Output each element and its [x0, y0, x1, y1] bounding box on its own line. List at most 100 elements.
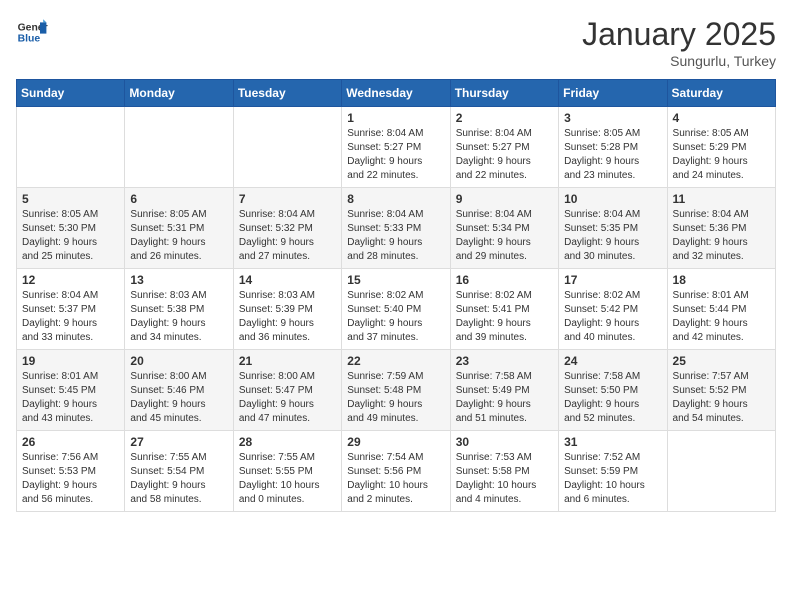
calendar-cell: 1 Sunrise: 8:04 AM Sunset: 5:27 PM Daylig… — [342, 107, 450, 188]
day-number: 7 — [239, 192, 336, 206]
day-info: Sunrise: 7:58 AM Sunset: 5:50 PM Dayligh… — [564, 370, 661, 426]
day-number: 22 — [347, 354, 444, 368]
day-number: 31 — [564, 435, 661, 449]
calendar-cell: 26Sunrise: 7:56 AM Sunset: 5:53 PM Dayli… — [17, 431, 125, 512]
location-title: Sungurlu, Turkey — [582, 53, 776, 69]
day-info: Sunrise: 7:59 AM Sunset: 5:48 PM Dayligh… — [347, 370, 444, 426]
day-number: 14 — [239, 273, 336, 287]
day-number: 17 — [564, 273, 661, 287]
day-number: 15 — [347, 273, 444, 287]
calendar-cell: 28Sunrise: 7:55 AM Sunset: 5:55 PM Dayli… — [233, 431, 341, 512]
calendar-cell: 24 Sunrise: 7:58 AM Sunset: 5:50 PM Dayli… — [559, 350, 667, 431]
calendar-week-2: 5Sunrise: 8:05 AM Sunset: 5:30 PM Daylig… — [17, 188, 776, 269]
day-info: Sunrise: 7:55 AM Sunset: 5:54 PM Dayligh… — [130, 451, 227, 507]
calendar-cell — [17, 107, 125, 188]
day-number: 30 — [456, 435, 553, 449]
calendar-cell — [125, 107, 233, 188]
day-header-thursday: Thursday — [450, 80, 558, 107]
day-info: Sunrise: 7:57 AM Sunset: 5:52 PM Dayligh… — [673, 370, 770, 426]
day-info: Sunrise: 8:05 AM Sunset: 5:31 PM Dayligh… — [130, 208, 227, 264]
day-number: 11 — [673, 192, 770, 206]
day-header-sunday: Sunday — [17, 80, 125, 107]
day-number: 12 — [22, 273, 119, 287]
day-number: 13 — [130, 273, 227, 287]
calendar-cell — [667, 431, 775, 512]
calendar-cell: 11 Sunrise: 8:04 AM Sunset: 5:36 PM Dayli… — [667, 188, 775, 269]
calendar-cell: 4 Sunrise: 8:05 AM Sunset: 5:29 PM Daylig… — [667, 107, 775, 188]
day-number: 27 — [130, 435, 227, 449]
calendar-cell: 30 Sunrise: 7:53 AM Sunset: 5:58 PM Dayli… — [450, 431, 558, 512]
calendar-week-5: 26Sunrise: 7:56 AM Sunset: 5:53 PM Dayli… — [17, 431, 776, 512]
day-info: Sunrise: 7:52 AM Sunset: 5:59 PM Dayligh… — [564, 451, 661, 507]
day-info: Sunrise: 8:04 AM Sunset: 5:37 PM Dayligh… — [22, 289, 119, 345]
calendar-cell: 23 Sunrise: 7:58 AM Sunset: 5:49 PM Dayli… — [450, 350, 558, 431]
day-info: Sunrise: 7:53 AM Sunset: 5:58 PM Dayligh… — [456, 451, 553, 507]
day-info: Sunrise: 8:02 AM Sunset: 5:42 PM Dayligh… — [564, 289, 661, 345]
calendar-cell: 22 Sunrise: 7:59 AM Sunset: 5:48 PM Dayli… — [342, 350, 450, 431]
calendar-cell: 14 Sunrise: 8:03 AM Sunset: 5:39 PM Dayli… — [233, 269, 341, 350]
day-number: 19 — [22, 354, 119, 368]
day-number: 29 — [347, 435, 444, 449]
calendar-header-row: SundayMondayTuesdayWednesdayThursdayFrid… — [17, 80, 776, 107]
calendar-cell: 27 Sunrise: 7:55 AM Sunset: 5:54 PM Dayli… — [125, 431, 233, 512]
day-info: Sunrise: 7:55 AM Sunset: 5:55 PM Dayligh… — [239, 451, 336, 507]
day-header-monday: Monday — [125, 80, 233, 107]
day-number: 23 — [456, 354, 553, 368]
day-info: Sunrise: 8:04 AM Sunset: 5:36 PM Dayligh… — [673, 208, 770, 264]
calendar-week-3: 12 Sunrise: 8:04 AM Sunset: 5:37 PM Dayli… — [17, 269, 776, 350]
day-info: Sunrise: 8:04 AM Sunset: 5:35 PM Dayligh… — [564, 208, 661, 264]
calendar-cell: 10 Sunrise: 8:04 AM Sunset: 5:35 PM Dayli… — [559, 188, 667, 269]
month-title: January 2025 — [582, 16, 776, 53]
calendar-cell: 18 Sunrise: 8:01 AM Sunset: 5:44 PM Dayli… — [667, 269, 775, 350]
day-info: Sunrise: 8:04 AM Sunset: 5:27 PM Dayligh… — [347, 127, 444, 183]
calendar-cell: 5Sunrise: 8:05 AM Sunset: 5:30 PM Daylig… — [17, 188, 125, 269]
logo: General Blue — [16, 16, 48, 48]
day-number: 1 — [347, 111, 444, 125]
day-header-tuesday: Tuesday — [233, 80, 341, 107]
day-number: 16 — [456, 273, 553, 287]
calendar-cell: 16 Sunrise: 8:02 AM Sunset: 5:41 PM Dayli… — [450, 269, 558, 350]
calendar-cell — [233, 107, 341, 188]
day-info: Sunrise: 8:02 AM Sunset: 5:41 PM Dayligh… — [456, 289, 553, 345]
logo-icon: General Blue — [16, 16, 48, 48]
calendar-week-1: 1 Sunrise: 8:04 AM Sunset: 5:27 PM Daylig… — [17, 107, 776, 188]
day-info: Sunrise: 8:03 AM Sunset: 5:39 PM Dayligh… — [239, 289, 336, 345]
day-number: 10 — [564, 192, 661, 206]
day-info: Sunrise: 8:04 AM Sunset: 5:34 PM Dayligh… — [456, 208, 553, 264]
calendar-cell: 25 Sunrise: 7:57 AM Sunset: 5:52 PM Dayli… — [667, 350, 775, 431]
day-number: 18 — [673, 273, 770, 287]
day-info: Sunrise: 8:03 AM Sunset: 5:38 PM Dayligh… — [130, 289, 227, 345]
day-header-friday: Friday — [559, 80, 667, 107]
calendar-cell: 17 Sunrise: 8:02 AM Sunset: 5:42 PM Dayli… — [559, 269, 667, 350]
day-info: Sunrise: 8:05 AM Sunset: 5:29 PM Dayligh… — [673, 127, 770, 183]
day-number: 3 — [564, 111, 661, 125]
calendar-cell: 20 Sunrise: 8:00 AM Sunset: 5:46 PM Dayli… — [125, 350, 233, 431]
day-number: 4 — [673, 111, 770, 125]
calendar-cell: 29Sunrise: 7:54 AM Sunset: 5:56 PM Dayli… — [342, 431, 450, 512]
calendar-cell: 2 Sunrise: 8:04 AM Sunset: 5:27 PM Daylig… — [450, 107, 558, 188]
calendar-cell: 31 Sunrise: 7:52 AM Sunset: 5:59 PM Dayli… — [559, 431, 667, 512]
day-info: Sunrise: 7:58 AM Sunset: 5:49 PM Dayligh… — [456, 370, 553, 426]
day-number: 2 — [456, 111, 553, 125]
day-info: Sunrise: 8:04 AM Sunset: 5:27 PM Dayligh… — [456, 127, 553, 183]
day-number: 6 — [130, 192, 227, 206]
day-number: 8 — [347, 192, 444, 206]
day-header-wednesday: Wednesday — [342, 80, 450, 107]
calendar-cell: 9Sunrise: 8:04 AM Sunset: 5:34 PM Daylig… — [450, 188, 558, 269]
day-header-saturday: Saturday — [667, 80, 775, 107]
day-number: 20 — [130, 354, 227, 368]
calendar-cell: 12 Sunrise: 8:04 AM Sunset: 5:37 PM Dayli… — [17, 269, 125, 350]
calendar-cell: 21Sunrise: 8:00 AM Sunset: 5:47 PM Dayli… — [233, 350, 341, 431]
day-info: Sunrise: 8:01 AM Sunset: 5:44 PM Dayligh… — [673, 289, 770, 345]
day-number: 25 — [673, 354, 770, 368]
day-info: Sunrise: 8:00 AM Sunset: 5:47 PM Dayligh… — [239, 370, 336, 426]
day-number: 24 — [564, 354, 661, 368]
day-info: Sunrise: 8:00 AM Sunset: 5:46 PM Dayligh… — [130, 370, 227, 426]
calendar-cell: 3 Sunrise: 8:05 AM Sunset: 5:28 PM Daylig… — [559, 107, 667, 188]
day-number: 5 — [22, 192, 119, 206]
day-info: Sunrise: 8:05 AM Sunset: 5:28 PM Dayligh… — [564, 127, 661, 183]
svg-text:Blue: Blue — [18, 34, 41, 45]
day-info: Sunrise: 8:01 AM Sunset: 5:45 PM Dayligh… — [22, 370, 119, 426]
calendar-table: SundayMondayTuesdayWednesdayThursdayFrid… — [16, 79, 776, 512]
calendar-cell: 8Sunrise: 8:04 AM Sunset: 5:33 PM Daylig… — [342, 188, 450, 269]
